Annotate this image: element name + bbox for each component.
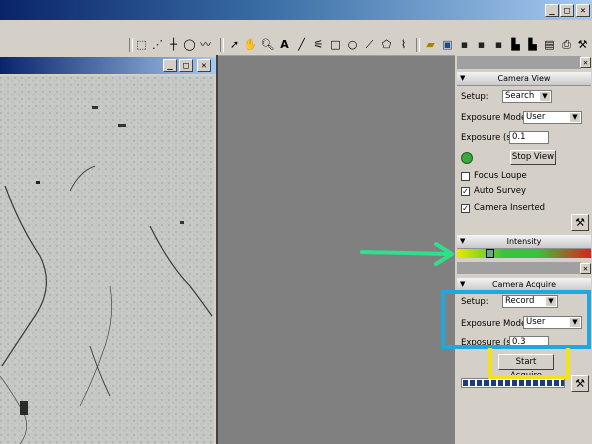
annotation-yellow-box — [488, 348, 570, 379]
annotation-overlay — [360, 242, 591, 379]
annotation-blue-box — [441, 290, 591, 349]
annotation-arrow — [360, 242, 454, 266]
